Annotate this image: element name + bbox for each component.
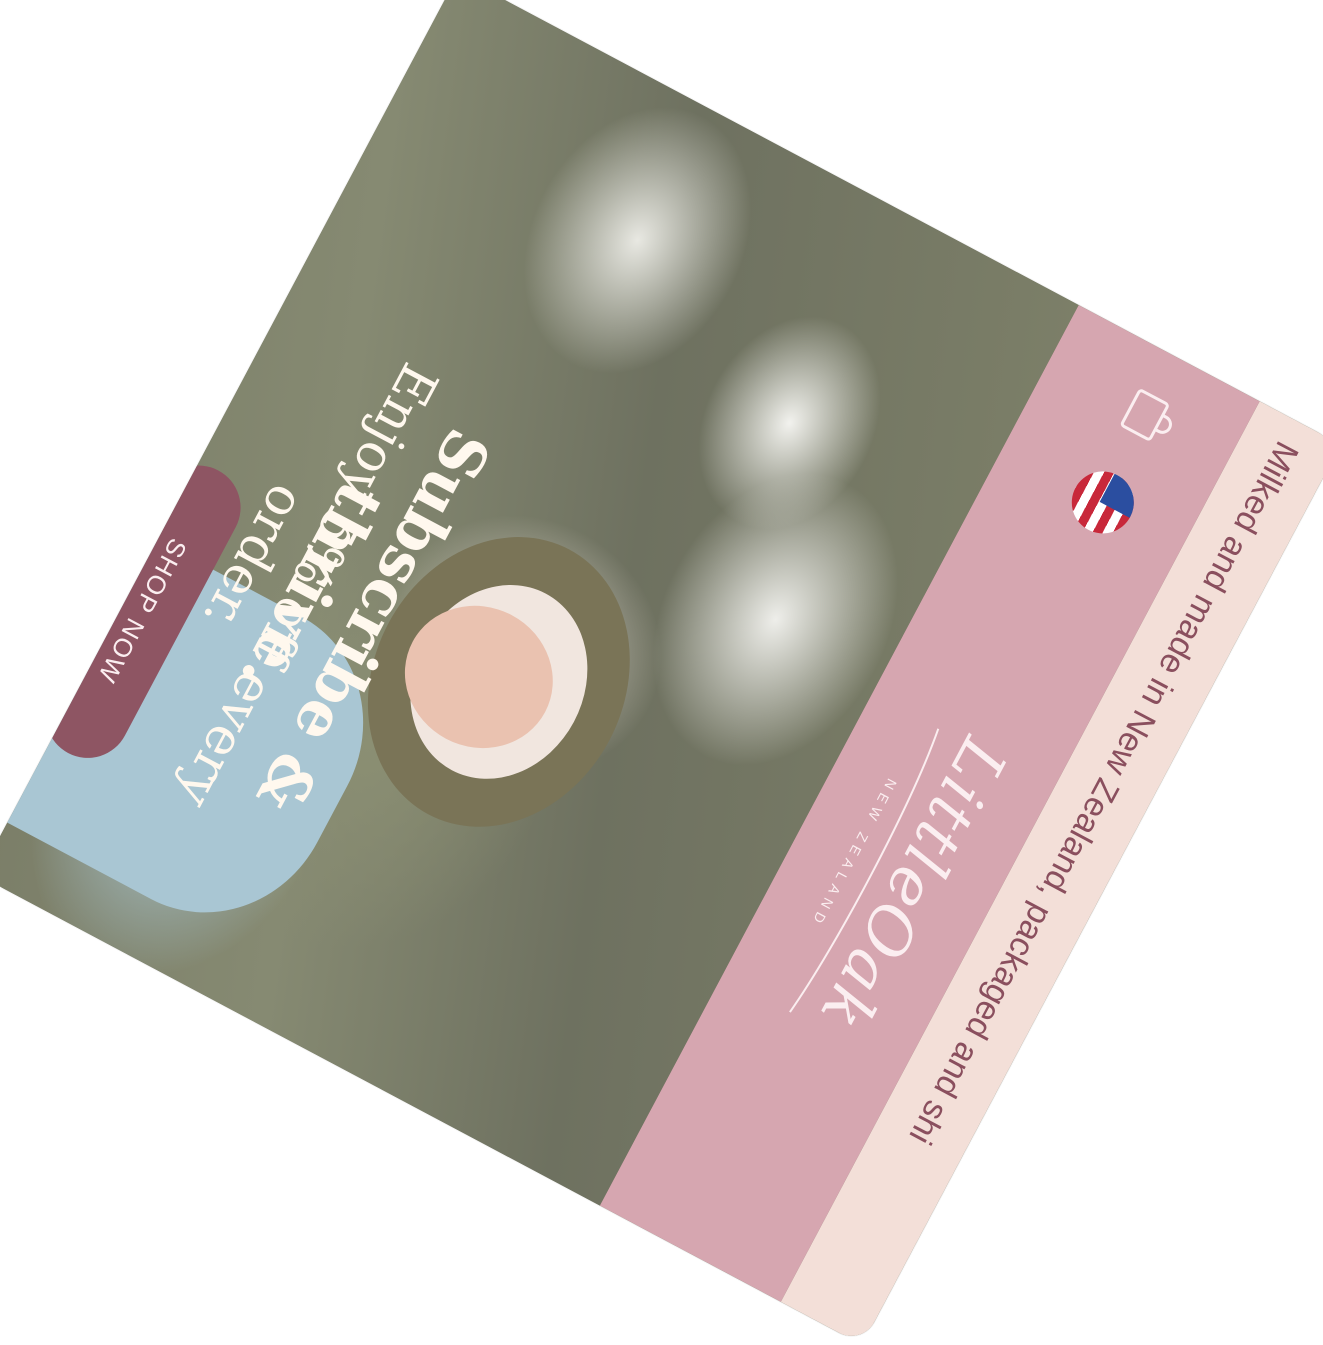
us-flag-icon[interactable] [1060,460,1145,545]
cart-icon[interactable] [1113,382,1183,452]
hamburger-line [667,1275,692,1318]
mobile-screen: Milked and made in New Zealand, packaged… [0,0,1323,1345]
hamburger-icon[interactable] [636,1259,701,1323]
hamburger-line [656,1269,681,1312]
hamburger-line [644,1263,670,1306]
header-icons [1060,379,1188,545]
flag-canton [1099,473,1145,518]
